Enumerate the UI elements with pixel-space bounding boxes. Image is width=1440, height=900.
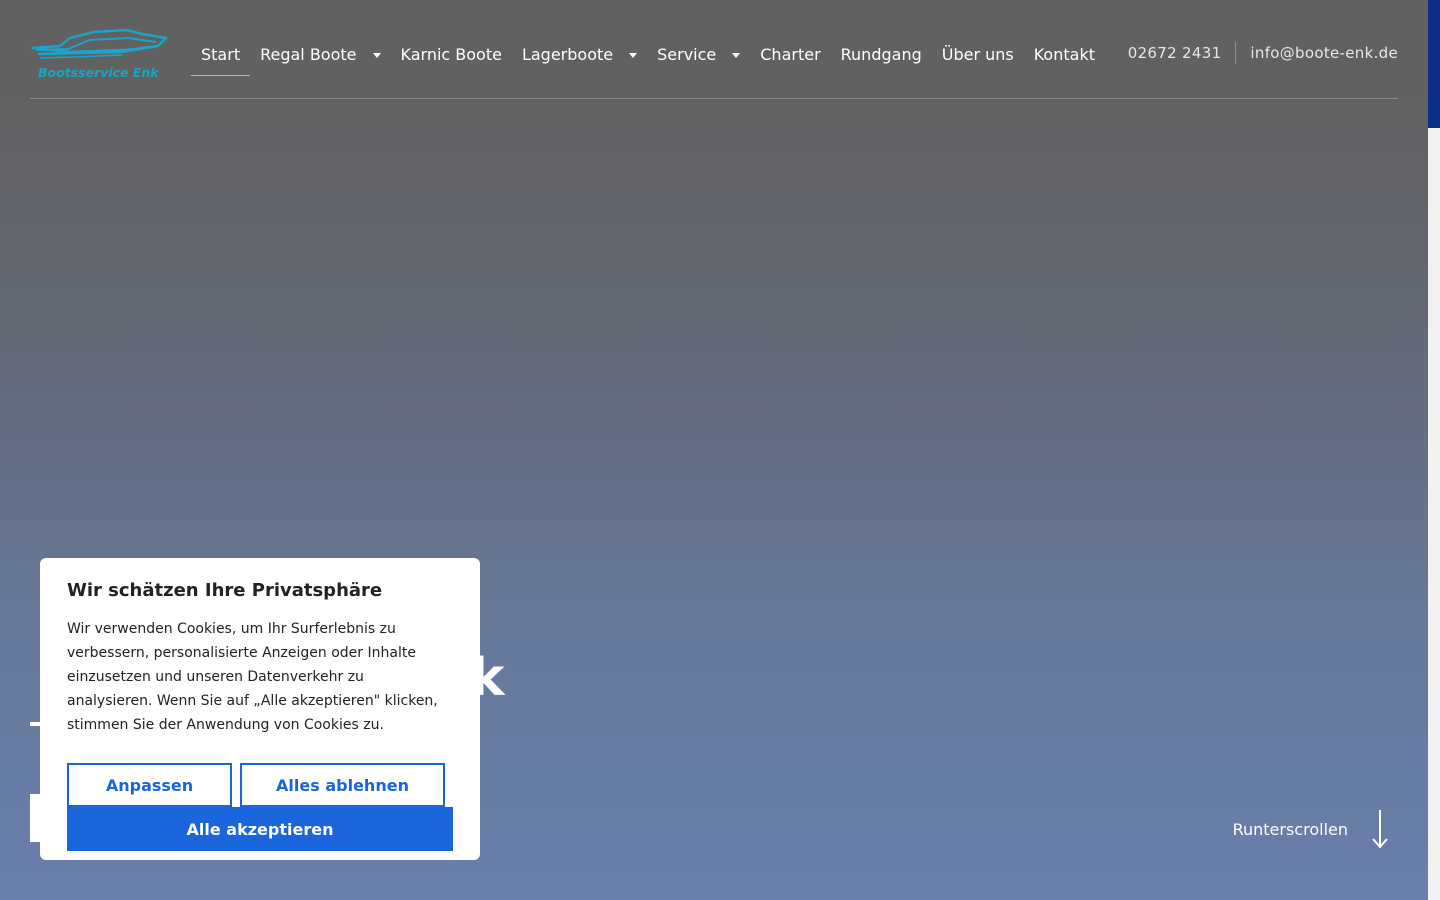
page-scrollbar[interactable] [1428,0,1440,900]
nav-item-lagerboote[interactable]: Lagerboote [512,34,647,76]
arrow-down-icon [1372,810,1388,849]
nav-item-label: Karnic Boote [400,45,502,64]
nav-item-rundgang[interactable]: Rundgang [831,34,932,76]
scrollbar-thumb[interactable] [1428,0,1440,128]
scroll-down-link[interactable]: Runterscrollen [1233,808,1390,850]
nav-item-label: Regal Boote [260,45,357,64]
boat-logo-icon [31,28,169,59]
nav-item-start[interactable]: Start [191,34,251,76]
nav-item-karnic-boote[interactable]: Karnic Boote [391,34,512,76]
nav-item-label: Rundgang [840,45,922,64]
header-contact: 02672 2431 info@boote-enk.de [1128,42,1398,64]
caret-down-icon [732,52,741,58]
reject-all-button[interactable]: Alles ablehnen [240,763,445,807]
nav-item-label: Start [201,45,241,64]
nav-item-label: Über uns [941,45,1014,64]
nav-item-label: Charter [760,45,821,64]
site-header: Bootsservice Enk Start Regal Boote Karni… [30,0,1398,99]
nav-item-label: Kontakt [1033,45,1095,64]
nav-item-regal-boote[interactable]: Regal Boote [250,34,390,76]
cookie-secondary-buttons: Anpassen Alles ablehnen [67,763,453,807]
nav-item-kontakt[interactable]: Kontakt [1024,34,1105,76]
nav-item-service[interactable]: Service [647,34,750,76]
cookie-title: Wir schätzen Ihre Privatsphäre [67,580,383,601]
nav-item-label: Lagerboote [521,45,614,64]
nav-item-charter[interactable]: Charter [750,34,830,76]
contact-divider [1235,42,1237,64]
main-navigation: Start Regal Boote Karnic Boote Lagerboot… [191,34,1105,76]
phone-link[interactable]: 02672 2431 [1128,44,1222,62]
nav-item-label: Service [657,45,717,64]
accept-all-button[interactable]: Alle akzeptieren [67,807,453,851]
cookie-consent-banner: Wir schätzen Ihre Privatsphäre Wir verwe… [40,558,480,860]
customize-button[interactable]: Anpassen [67,763,232,807]
scroll-down-label: Runterscrollen [1232,819,1348,839]
caret-down-icon [629,52,638,58]
cookie-description: Wir verwenden Cookies, um Ihr Surferlebn… [67,621,438,733]
email-link[interactable]: info@boote-enk.de [1250,44,1398,62]
logo-text: Bootsservice Enk [38,65,159,80]
site-logo[interactable]: Bootsservice Enk [30,26,169,82]
nav-item-ueber-uns[interactable]: Über uns [932,34,1024,76]
caret-down-icon [372,52,381,58]
